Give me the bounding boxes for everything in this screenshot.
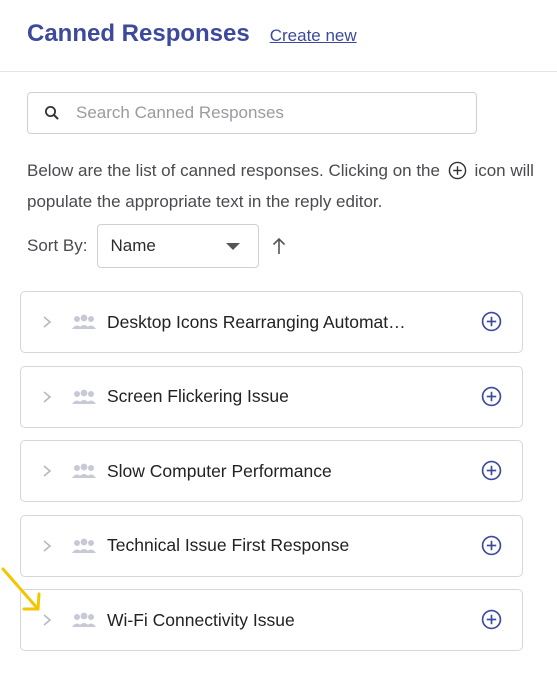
- group-icon: [71, 463, 97, 479]
- sort-label: Sort By:: [27, 236, 88, 255]
- instructions-part-1: Below are the list of canned responses. …: [27, 161, 440, 180]
- list-item[interactable]: Screen Flickering Issue: [20, 365, 523, 428]
- plus-circle-icon: [448, 161, 467, 188]
- create-new-link[interactable]: Create new: [270, 26, 357, 46]
- chevron-right-icon[interactable]: [42, 390, 54, 404]
- caret-down-icon: [226, 242, 241, 250]
- search-box[interactable]: [27, 92, 477, 134]
- plus-circle-icon[interactable]: [481, 460, 502, 481]
- sort-row: Sort By: Name: [27, 224, 287, 268]
- list-item[interactable]: Slow Computer Performance: [20, 440, 523, 502]
- list-item[interactable]: Technical Issue First Response: [20, 514, 523, 577]
- chevron-right-icon[interactable]: [42, 539, 54, 553]
- plus-circle-icon[interactable]: [481, 609, 502, 630]
- chevron-right-icon[interactable]: [42, 315, 54, 329]
- plus-circle-icon[interactable]: [481, 386, 502, 407]
- page-title: Canned Responses: [27, 19, 250, 47]
- plus-circle-icon[interactable]: [481, 535, 502, 556]
- list-item-label: Technical Issue First Response: [107, 535, 350, 555]
- canned-responses-list: Desktop Icons Rearranging Automati… Scre…: [20, 291, 523, 664]
- group-icon: [71, 538, 97, 554]
- plus-circle-icon[interactable]: [481, 311, 502, 332]
- search-input[interactable]: [76, 103, 476, 123]
- group-icon: [71, 612, 97, 628]
- annotation-arrow-icon: [1, 567, 41, 611]
- instructions-text: Below are the list of canned responses. …: [27, 157, 537, 215]
- group-icon: [71, 389, 97, 405]
- list-item[interactable]: Desktop Icons Rearranging Automati…: [20, 291, 523, 353]
- list-item-label: Slow Computer Performance: [107, 460, 332, 481]
- arrow-up-icon[interactable]: [271, 236, 287, 256]
- list-item[interactable]: Wi-Fi Connectivity Issue: [20, 589, 523, 651]
- list-item-label: Wi-Fi Connectivity Issue: [107, 609, 295, 630]
- list-item-label: Desktop Icons Rearranging Automati…: [107, 311, 407, 332]
- chevron-right-icon[interactable]: [42, 464, 54, 478]
- group-icon: [71, 314, 97, 330]
- header: Canned Responses Create new: [0, 0, 557, 72]
- sort-select[interactable]: Name: [97, 224, 260, 268]
- sort-selected-value: Name: [110, 236, 156, 255]
- search-icon: [43, 104, 61, 122]
- list-item-label: Screen Flickering Issue: [107, 386, 289, 406]
